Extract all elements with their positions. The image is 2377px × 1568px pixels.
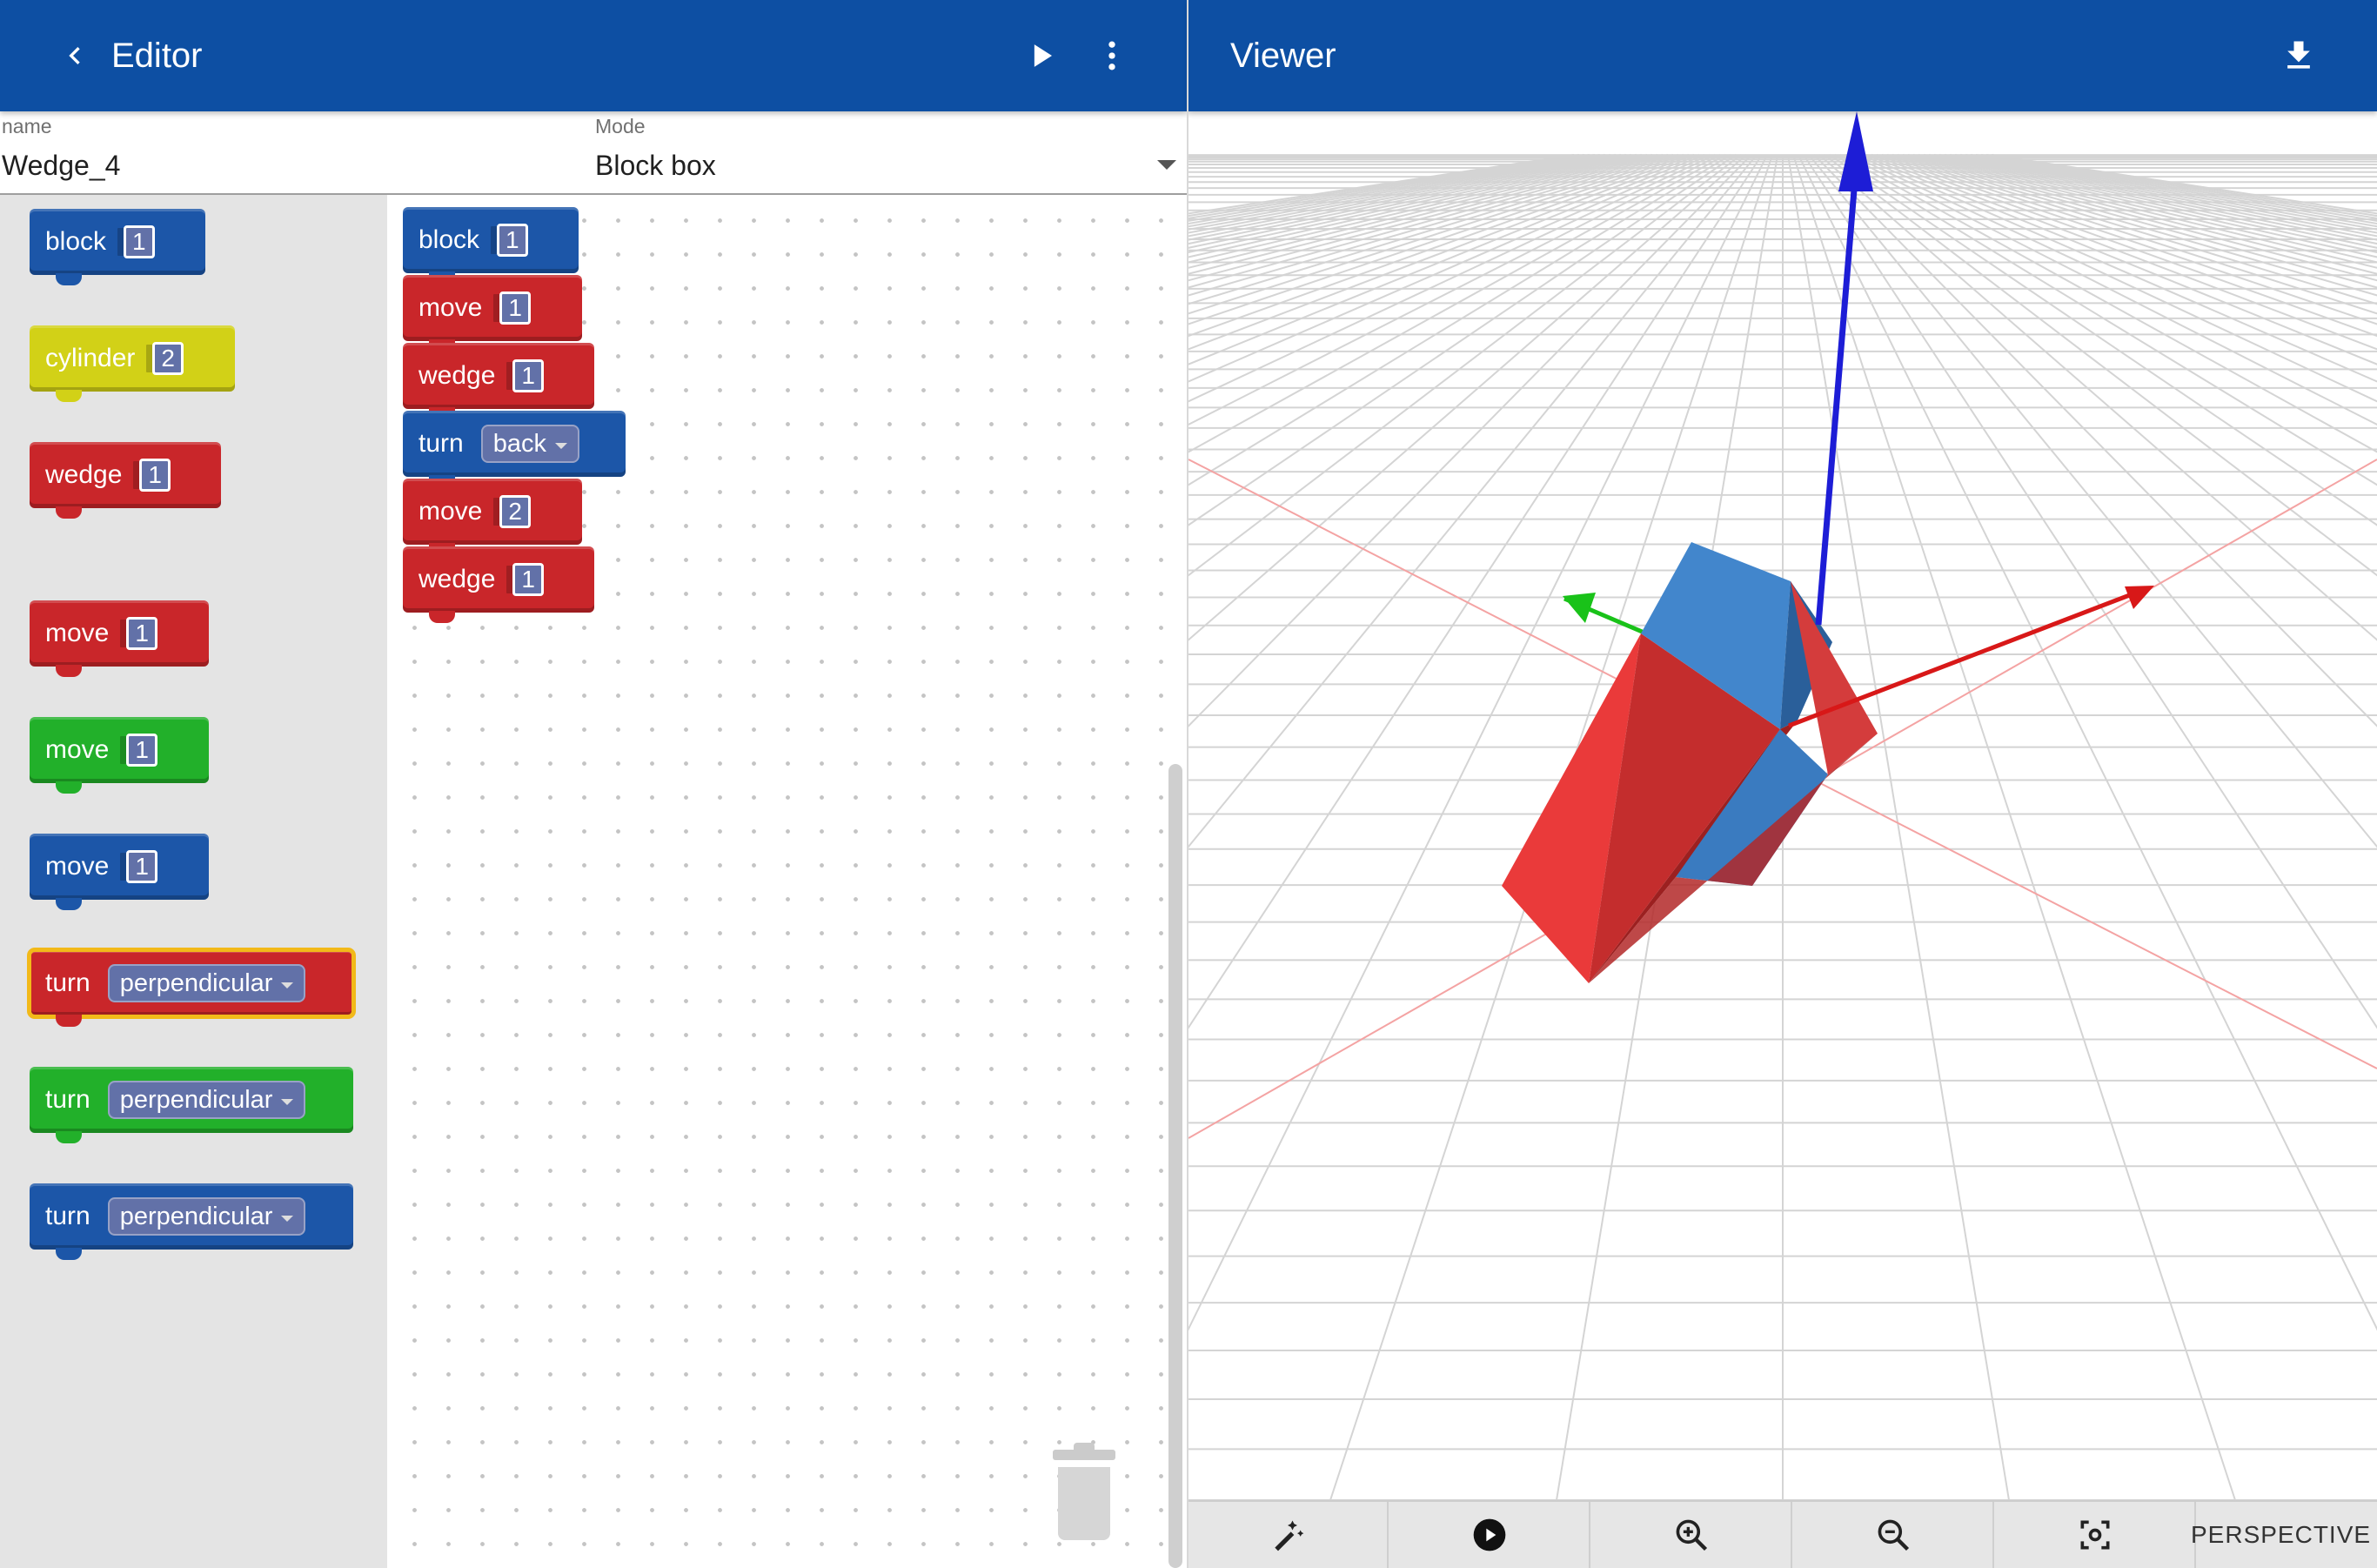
3d-viewport[interactable] — [1188, 111, 2377, 1500]
zoom-out-button[interactable] — [1794, 1502, 1994, 1568]
block-toolbox[interactable]: block 1 cylinder 2 wedge 1 move 1 move 1… — [0, 195, 387, 1568]
trash-icon[interactable] — [1053, 1443, 1115, 1545]
toolbox-block-move-green[interactable]: move 1 — [30, 717, 209, 794]
block-value[interactable]: 1 — [497, 224, 528, 257]
editor-app-bar: Editor — [0, 0, 1187, 111]
block-label: move — [45, 735, 110, 764]
download-icon — [2287, 41, 2310, 69]
center-focus-icon — [2080, 1520, 2110, 1550]
block-label: turn — [45, 1085, 90, 1114]
toolbox-block-move-red[interactable]: move 1 — [30, 600, 209, 677]
camera-mode-value: PERSPECTIVE — [2191, 1521, 2372, 1548]
program-block-wedge[interactable]: wedge 1 — [403, 343, 594, 419]
block-label: wedge — [418, 361, 496, 390]
block-label: cylinder — [45, 344, 136, 372]
block-value[interactable]: 1 — [512, 563, 544, 596]
play-circle-icon — [1473, 1518, 1506, 1551]
scene-canvas — [1188, 111, 2377, 1500]
toolbox-block-turn-green[interactable]: turn perpendicular — [30, 1067, 353, 1143]
block-value[interactable]: 1 — [126, 850, 157, 883]
program-settings: name Wedge_4 Mode Block box — [0, 111, 1187, 195]
magic-wand-icon — [1275, 1520, 1304, 1551]
trash-can-body — [1058, 1467, 1110, 1540]
editor-title: Editor — [111, 37, 203, 75]
viewer-title: Viewer — [1230, 37, 1336, 75]
more-vert-icon — [1108, 41, 1115, 70]
block-label: move — [45, 852, 110, 881]
download-button[interactable] — [2273, 30, 2325, 82]
fit-view-button[interactable] — [1996, 1502, 2196, 1568]
block-label: wedge — [418, 565, 496, 593]
turn-direction-dropdown[interactable]: perpendicular — [107, 1081, 306, 1119]
block-label: block — [418, 225, 480, 254]
block-label: turn — [45, 968, 90, 997]
block-value[interactable]: 1 — [512, 359, 544, 392]
viewer-toolbar: PERSPECTIVE — [1188, 1500, 2377, 1568]
program-block-move[interactable]: move 2 — [403, 479, 582, 555]
block-label: turn — [418, 429, 464, 458]
block-value[interactable]: 1 — [126, 617, 157, 650]
name-label: name — [2, 115, 52, 137]
toolbox-block-cylinder[interactable]: cylinder 2 — [30, 325, 235, 402]
block-label: move — [418, 293, 483, 322]
block-label: block — [45, 227, 107, 256]
block-label: move — [45, 619, 110, 647]
program-block-block[interactable]: block 1 — [403, 207, 579, 284]
block-label: move — [418, 497, 483, 526]
program-block-turn[interactable]: turn back — [403, 411, 626, 487]
back-button[interactable] — [49, 30, 101, 82]
block-value[interactable]: 1 — [126, 734, 157, 767]
chevron-left-icon — [69, 47, 80, 64]
program-block-wedge[interactable]: wedge 1 — [403, 546, 594, 623]
trash-lid — [1053, 1450, 1115, 1460]
toolbox-block-block[interactable]: block 1 — [30, 209, 205, 285]
turn-direction-dropdown[interactable]: perpendicular — [107, 1197, 306, 1236]
mode-label: Mode — [595, 115, 646, 137]
auto-rotate-button[interactable] — [1188, 1502, 1389, 1568]
block-value[interactable]: 2 — [152, 342, 184, 375]
camera-mode-select[interactable]: PERSPECTIVE — [2177, 1502, 2377, 1568]
zoom-in-button[interactable] — [1592, 1502, 1792, 1568]
block-value[interactable]: 2 — [499, 495, 531, 528]
turn-direction-dropdown[interactable]: perpendicular — [107, 964, 306, 1002]
block-label: wedge — [45, 460, 123, 489]
run-button[interactable] — [1016, 30, 1068, 82]
more-menu-button[interactable] — [1086, 30, 1138, 82]
toolbox-block-move-blue[interactable]: move 1 — [30, 834, 209, 910]
viewer-app-bar: Viewer — [1188, 0, 2377, 111]
block-label: turn — [45, 1202, 90, 1230]
blocks-workspace[interactable]: block 1 move 1 wedge 1 turn back move 2 … — [387, 195, 1187, 1568]
toolbox-block-turn-blue[interactable]: turn perpendicular — [30, 1183, 353, 1260]
play-icon — [1034, 44, 1052, 67]
program-block-move[interactable]: move 1 — [403, 275, 582, 352]
mode-select[interactable]: Block box — [595, 150, 716, 182]
play-animation-button[interactable] — [1390, 1502, 1590, 1568]
mode-dropdown-caret-icon[interactable] — [1157, 160, 1176, 170]
name-input[interactable]: Wedge_4 — [2, 150, 120, 182]
block-value[interactable]: 1 — [124, 225, 155, 258]
turn-direction-dropdown[interactable]: back — [480, 425, 579, 463]
toolbox-block-wedge[interactable]: wedge 1 — [30, 442, 221, 519]
zoom-out-icon — [1878, 1519, 1910, 1551]
block-value[interactable]: 1 — [499, 291, 531, 325]
workspace-scrollbar[interactable] — [1168, 764, 1182, 1568]
toolbox-block-turn-red[interactable]: turn perpendicular — [27, 948, 356, 1027]
zoom-in-icon — [1676, 1519, 1708, 1551]
block-value[interactable]: 1 — [139, 459, 171, 492]
pane-divider[interactable] — [1187, 0, 1188, 1568]
